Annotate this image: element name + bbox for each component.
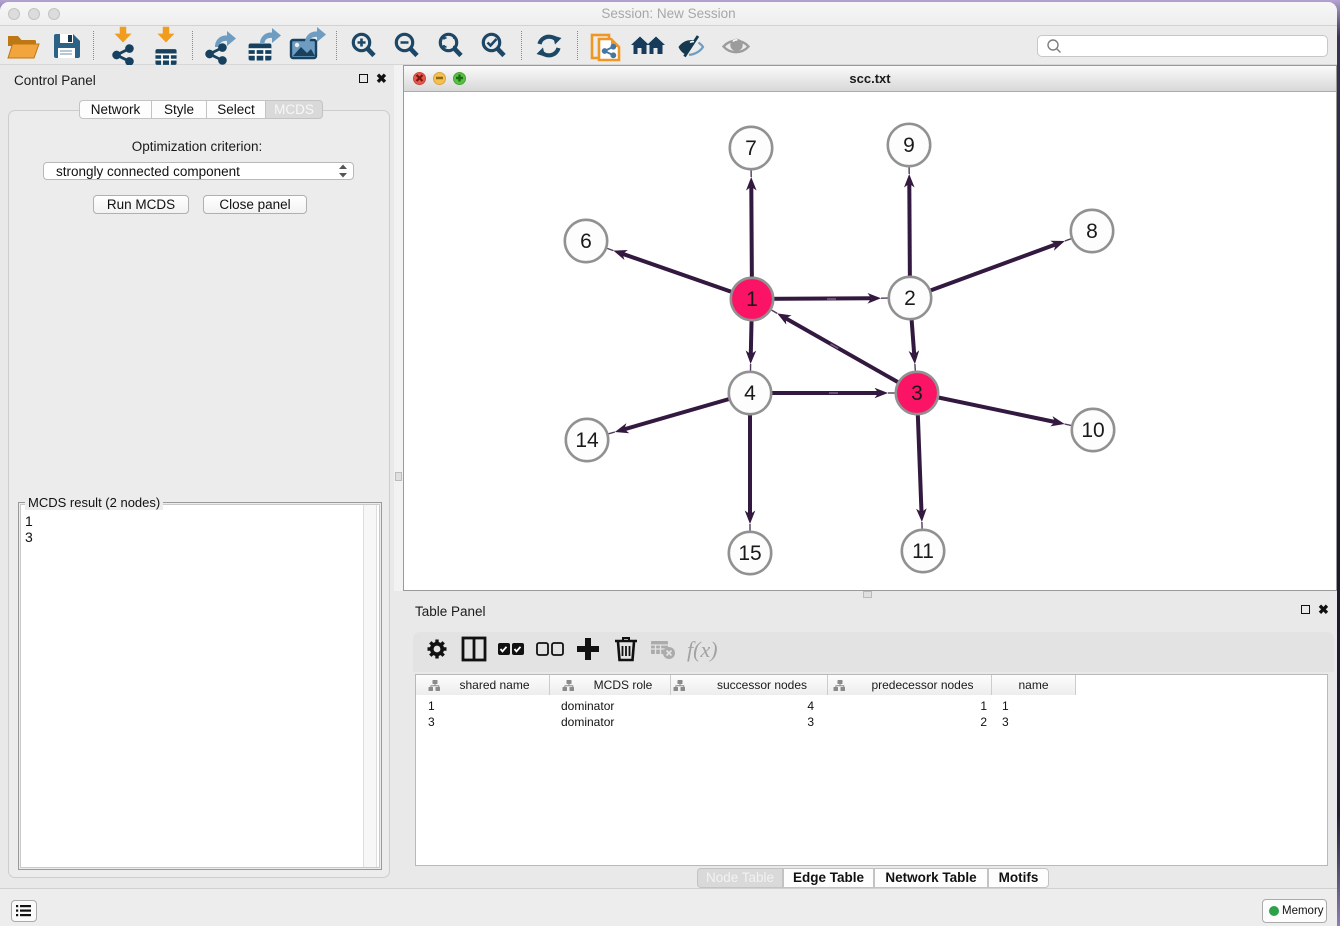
svg-text:3: 3 bbox=[911, 382, 923, 405]
svg-text:f(x): f(x) bbox=[687, 637, 718, 662]
svg-text:9: 9 bbox=[903, 134, 915, 157]
svg-text:1: 1 bbox=[746, 288, 758, 311]
svg-text:8: 8 bbox=[1086, 220, 1098, 243]
svg-text:11: 11 bbox=[912, 540, 934, 563]
svg-text:7: 7 bbox=[745, 137, 757, 160]
svg-text:14: 14 bbox=[575, 429, 599, 452]
svg-text:2: 2 bbox=[904, 287, 916, 310]
svg-text:10: 10 bbox=[1081, 419, 1104, 442]
svg-text:4: 4 bbox=[744, 382, 756, 405]
svg-text:15: 15 bbox=[738, 542, 761, 565]
svg-text:6: 6 bbox=[580, 230, 592, 253]
